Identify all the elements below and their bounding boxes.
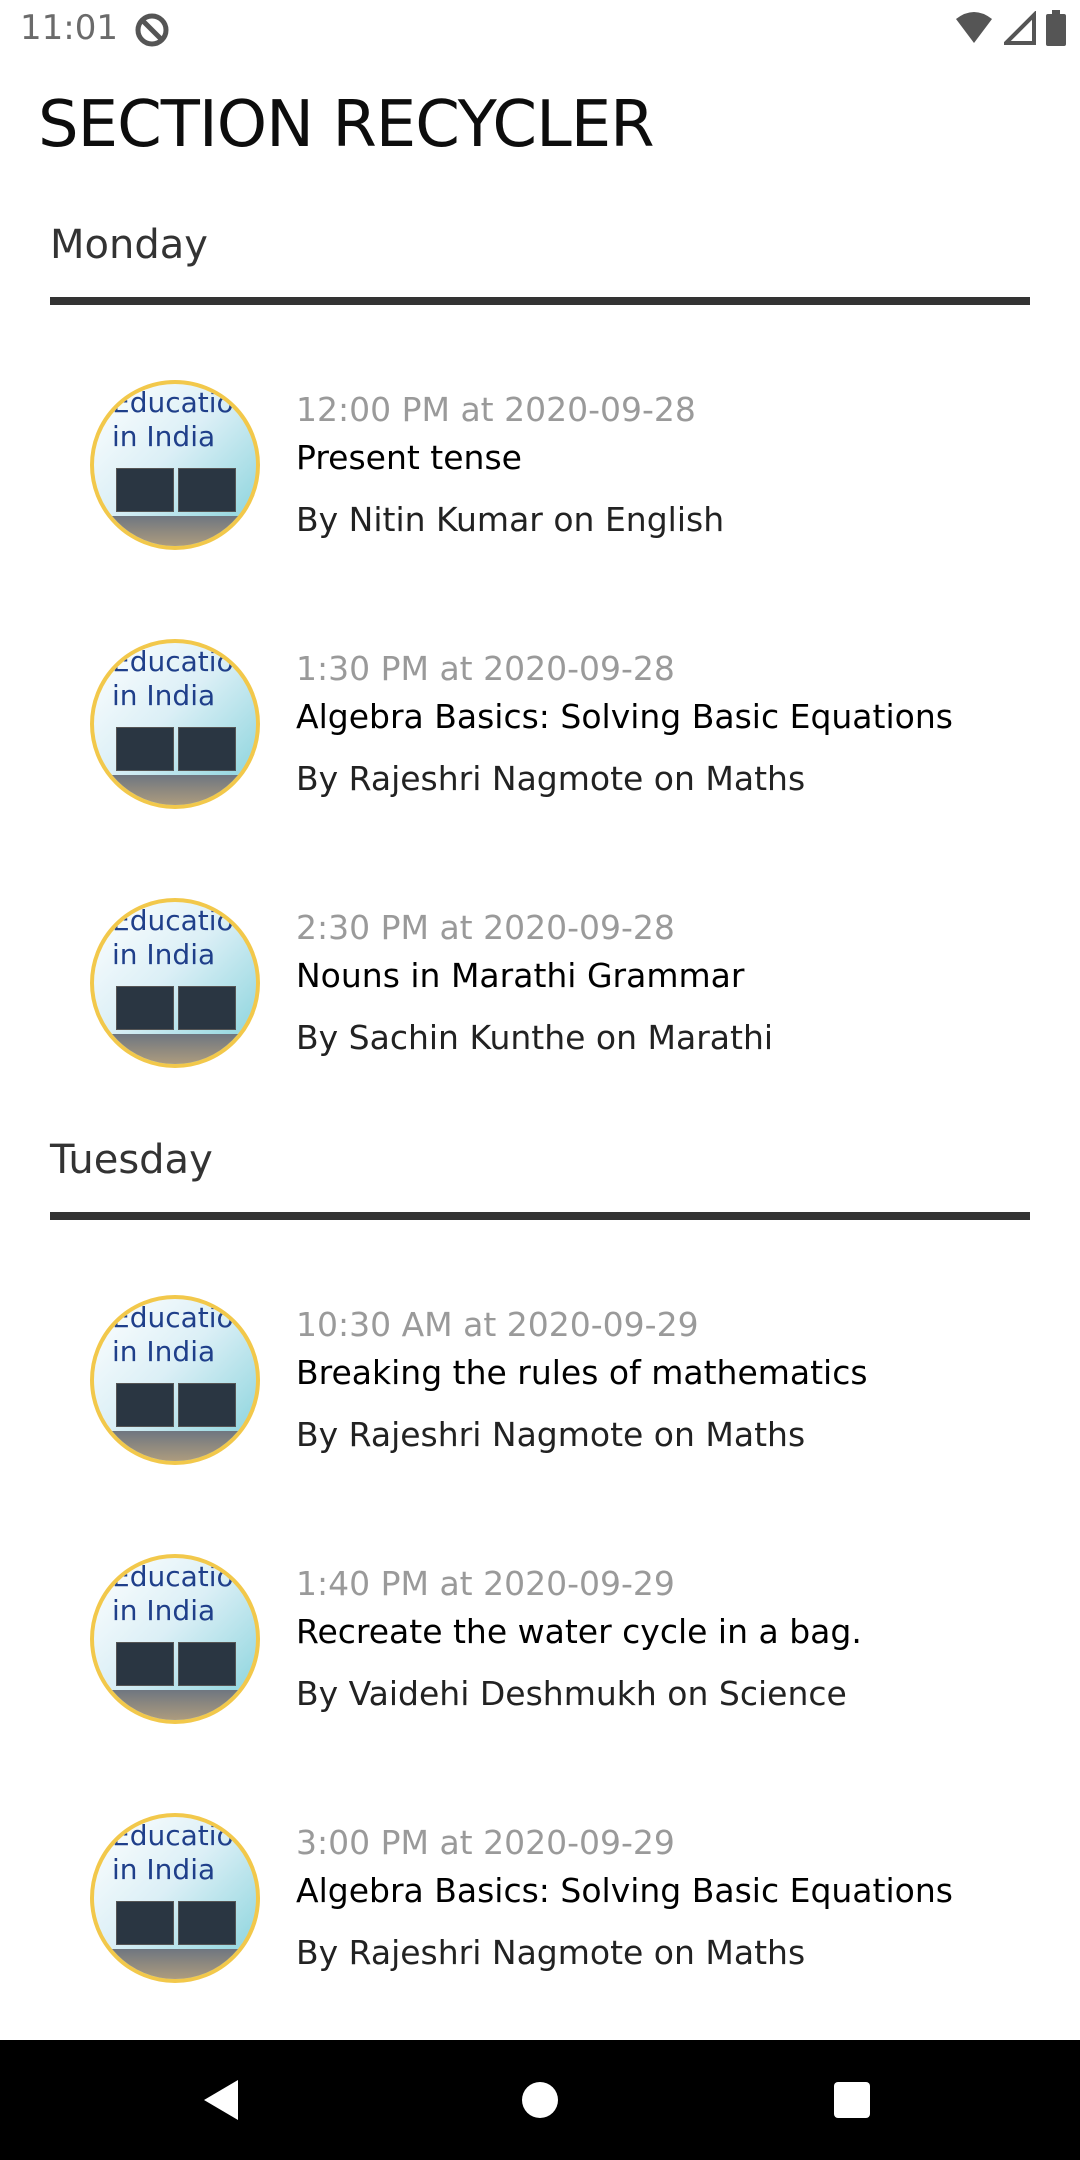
course-thumbnail: Educatio in India (90, 898, 260, 1068)
item-subtitle: By Sachin Kunthe on Marathi (296, 1018, 774, 1057)
page-title: SECTION RECYCLER (38, 88, 655, 162)
item-time: 1:30 PM at 2020-09-28 (296, 649, 675, 688)
item-subtitle: By Rajeshri Nagmote on Maths (296, 1415, 806, 1454)
list-item[interactable]: Educatio in India 1:40 PM at 2020-09-29 R… (0, 1554, 1080, 1734)
sync-off-icon (135, 13, 169, 47)
item-time: 12:00 PM at 2020-09-28 (296, 390, 696, 429)
item-title: Algebra Basics: Solving Basic Equations (296, 697, 953, 736)
item-subtitle: By Nitin Kumar on English (296, 500, 725, 539)
section-divider (50, 1212, 1030, 1220)
list-item[interactable]: Educatio in India 10:30 AM at 2020-09-29 … (0, 1295, 1080, 1475)
item-title: Present tense (296, 438, 522, 477)
item-title: Nouns in Marathi Grammar (296, 956, 745, 995)
course-thumbnail: Educatio in India (90, 1813, 260, 1983)
list-item[interactable]: Educatio in India 1:30 PM at 2020-09-28 A… (0, 639, 1080, 819)
navigation-bar (0, 2040, 1080, 2160)
status-icons (954, 10, 1066, 46)
recents-icon[interactable] (832, 2080, 872, 2120)
item-subtitle: By Rajeshri Nagmote on Maths (296, 1933, 806, 1972)
item-title: Recreate the water cycle in a bag. (296, 1612, 862, 1651)
status-time: 11:01 (20, 8, 118, 48)
item-title: Breaking the rules of mathematics (296, 1353, 868, 1392)
item-time: 1:40 PM at 2020-09-29 (296, 1564, 675, 1603)
item-time: 3:00 PM at 2020-09-29 (296, 1823, 675, 1862)
course-thumbnail: Educatio in India (90, 639, 260, 809)
list-item[interactable]: Educatio in India 2:30 PM at 2020-09-28 N… (0, 898, 1080, 1078)
list-item[interactable]: Educatio in India 3:00 PM at 2020-09-29 A… (0, 1813, 1080, 1993)
course-thumbnail: Educatio in India (90, 1295, 260, 1465)
back-icon[interactable] (198, 2076, 246, 2124)
item-subtitle: By Rajeshri Nagmote on Maths (296, 759, 806, 798)
section-header: Monday (50, 222, 208, 268)
item-time: 10:30 AM at 2020-09-29 (296, 1305, 699, 1344)
wifi-icon (956, 12, 992, 43)
battery-icon (1046, 10, 1066, 46)
course-thumbnail: Educatio in India (90, 1554, 260, 1724)
course-thumbnail: Educatio in India (90, 380, 260, 550)
cell-signal-icon (1004, 11, 1036, 45)
section-divider (50, 297, 1030, 305)
item-time: 2:30 PM at 2020-09-28 (296, 908, 675, 947)
item-subtitle: By Vaidehi Deshmukh on Science (296, 1674, 847, 1713)
home-icon[interactable] (520, 2080, 560, 2120)
list-item[interactable]: Educatio in India 12:00 PM at 2020-09-28 … (0, 380, 1080, 560)
section-header: Tuesday (50, 1137, 213, 1183)
status-bar: 11:01 (0, 0, 1080, 66)
item-title: Algebra Basics: Solving Basic Equations (296, 1871, 953, 1910)
